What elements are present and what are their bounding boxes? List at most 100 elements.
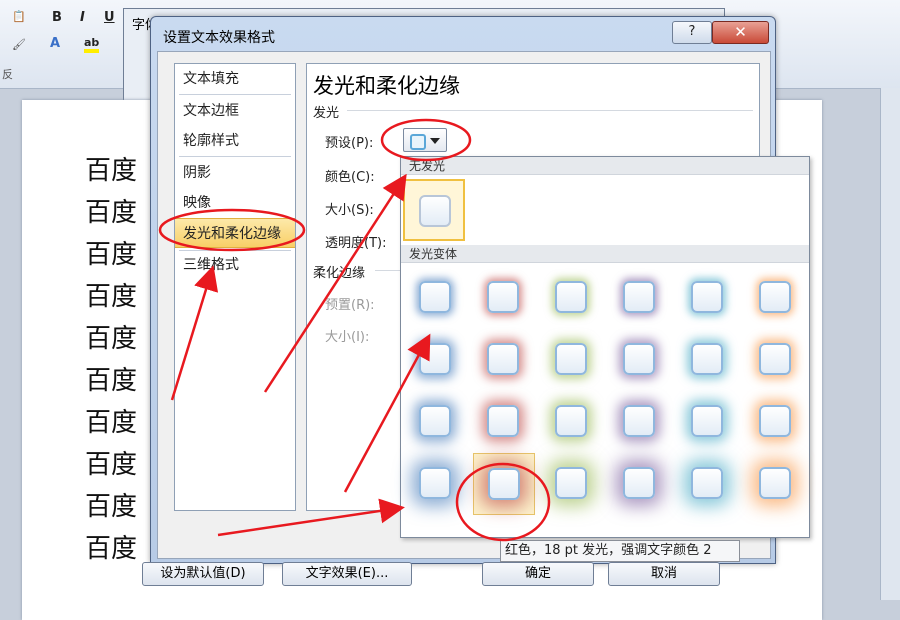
glow-variant-option[interactable] bbox=[745, 267, 807, 329]
glow-variant-option[interactable] bbox=[609, 329, 671, 391]
glow-swatch-icon bbox=[419, 281, 451, 313]
document-line: 百度 bbox=[85, 240, 138, 270]
document-line: 百度 bbox=[85, 408, 138, 438]
category-list: 文本填充 文本边框 轮廓样式 阴影 映像 发光和柔化边缘 三维格式 bbox=[174, 63, 296, 511]
glow-variant-option[interactable] bbox=[541, 453, 603, 515]
glow-swatch-icon bbox=[419, 195, 451, 227]
glow-variant-option[interactable] bbox=[473, 453, 535, 515]
glow-section-label: 发光 bbox=[313, 106, 340, 121]
text-effects-button[interactable]: 文字效果(E)... bbox=[282, 562, 412, 586]
glow-swatch-icon bbox=[623, 343, 655, 375]
format-painter-icon[interactable]: 🖌 bbox=[12, 38, 26, 51]
glow-swatch-icon bbox=[623, 281, 655, 313]
help-button[interactable]: ? bbox=[672, 21, 712, 44]
glow-swatch-icon bbox=[691, 343, 723, 375]
nav-item-0[interactable]: 文本填充 bbox=[175, 64, 295, 94]
highlight-icon[interactable]: ab bbox=[84, 36, 100, 53]
glow-swatch-icon bbox=[759, 343, 791, 375]
vertical-scrollbar[interactable] bbox=[880, 88, 900, 600]
glow-variant-option[interactable] bbox=[473, 329, 535, 391]
glow-swatch-icon bbox=[555, 281, 587, 313]
nav-item-4[interactable]: 映像 bbox=[175, 188, 295, 218]
bold-button[interactable]: B bbox=[52, 10, 62, 25]
glow-variants-header: 发光变体 bbox=[401, 245, 809, 263]
glow-variant-option[interactable] bbox=[609, 391, 671, 453]
nav-separator bbox=[179, 156, 291, 157]
close-button[interactable]: ✕ bbox=[712, 21, 769, 44]
glow-swatch-icon bbox=[623, 405, 655, 437]
document-line: 百度 bbox=[85, 282, 138, 312]
glow-variant-option[interactable] bbox=[677, 329, 739, 391]
paste-icon[interactable]: 📋 bbox=[12, 10, 26, 23]
glow-swatch-icon bbox=[759, 467, 791, 499]
soft-preset-label: 预置(R): bbox=[325, 298, 375, 313]
glow-variant-option[interactable] bbox=[609, 453, 671, 515]
nav-item-2[interactable]: 轮廓样式 bbox=[175, 126, 295, 156]
glow-variant-option[interactable] bbox=[405, 391, 467, 453]
document-line: 百度 bbox=[85, 324, 138, 354]
glow-preset-dropdown[interactable] bbox=[403, 128, 447, 152]
glow-swatch-icon bbox=[487, 405, 519, 437]
glow-variant-option[interactable] bbox=[541, 329, 603, 391]
preset-label: 预设(P): bbox=[325, 136, 374, 151]
glow-swatch-icon bbox=[759, 405, 791, 437]
panel-title: 发光和柔化边缘 bbox=[313, 74, 460, 98]
italic-button[interactable]: I bbox=[80, 10, 85, 25]
glow-variant-option[interactable] bbox=[473, 391, 535, 453]
text-effects-icon[interactable]: A bbox=[50, 36, 60, 51]
glow-variant-option[interactable] bbox=[745, 391, 807, 453]
glow-variant-option[interactable] bbox=[745, 329, 807, 391]
soft-size-label: 大小(I): bbox=[325, 330, 370, 345]
color-label: 颜色(C): bbox=[325, 170, 375, 185]
glow-variant-option[interactable] bbox=[541, 267, 603, 329]
underline-button[interactable]: U bbox=[104, 10, 115, 25]
glow-swatch-icon bbox=[419, 467, 451, 499]
glow-swatch-icon bbox=[488, 468, 520, 500]
dialog-title: 设置文本效果格式 bbox=[163, 30, 275, 46]
glow-gallery: 无发光 发光变体 bbox=[400, 156, 810, 538]
glow-variant-option[interactable] bbox=[745, 453, 807, 515]
glow-variant-option[interactable] bbox=[609, 267, 671, 329]
glow-swatch-icon bbox=[419, 405, 451, 437]
glow-swatch-icon bbox=[691, 467, 723, 499]
glow-variant-option[interactable] bbox=[405, 453, 467, 515]
chevron-down-icon bbox=[430, 138, 440, 144]
document-line: 百度 bbox=[85, 492, 138, 522]
set-default-button[interactable]: 设为默认值(D) bbox=[142, 562, 264, 586]
document-line: 百度 bbox=[85, 156, 138, 186]
glow-variant-option[interactable] bbox=[405, 329, 467, 391]
nav-item-1[interactable]: 文本边框 bbox=[175, 96, 295, 126]
glow-swatch-icon bbox=[487, 281, 519, 313]
nav-item-3[interactable]: 阴影 bbox=[175, 158, 295, 188]
document-line: 百度 bbox=[85, 366, 138, 396]
section-divider bbox=[375, 270, 403, 271]
glow-variant-option[interactable] bbox=[677, 453, 739, 515]
soft-edges-section-label: 柔化边缘 bbox=[313, 266, 366, 281]
glow-swatch-icon bbox=[623, 467, 655, 499]
no-glow-option[interactable] bbox=[403, 179, 465, 241]
glow-variant-option[interactable] bbox=[677, 391, 739, 453]
document-line: 百度 bbox=[85, 534, 138, 564]
glow-swatch-icon bbox=[555, 405, 587, 437]
glow-swatch-icon bbox=[555, 343, 587, 375]
ok-button[interactable]: 确定 bbox=[482, 562, 594, 586]
glow-tooltip: 红色，18 pt 发光，强调文字颜色 2 bbox=[500, 540, 740, 562]
nav-separator bbox=[179, 94, 291, 95]
size-label: 大小(S): bbox=[325, 203, 374, 218]
glow-swatch-icon bbox=[419, 343, 451, 375]
glow-variant-option[interactable] bbox=[677, 267, 739, 329]
glow-preset-swatch-icon bbox=[410, 134, 426, 150]
nav-item-6[interactable]: 三维格式 bbox=[175, 250, 295, 280]
glow-swatch-icon bbox=[487, 343, 519, 375]
cancel-button[interactable]: 取消 bbox=[608, 562, 720, 586]
document-line: 百度 bbox=[85, 450, 138, 480]
glow-variant-option[interactable] bbox=[405, 267, 467, 329]
no-glow-header: 无发光 bbox=[401, 157, 809, 175]
glow-swatch-icon bbox=[555, 467, 587, 499]
glow-variant-option[interactable] bbox=[541, 391, 603, 453]
glow-variant-option[interactable] bbox=[473, 267, 535, 329]
nav-separator bbox=[179, 250, 291, 251]
ribbon-section-label: 反 bbox=[2, 68, 13, 81]
glow-swatch-icon bbox=[691, 405, 723, 437]
nav-item-5[interactable]: 发光和柔化边缘 bbox=[175, 218, 295, 248]
